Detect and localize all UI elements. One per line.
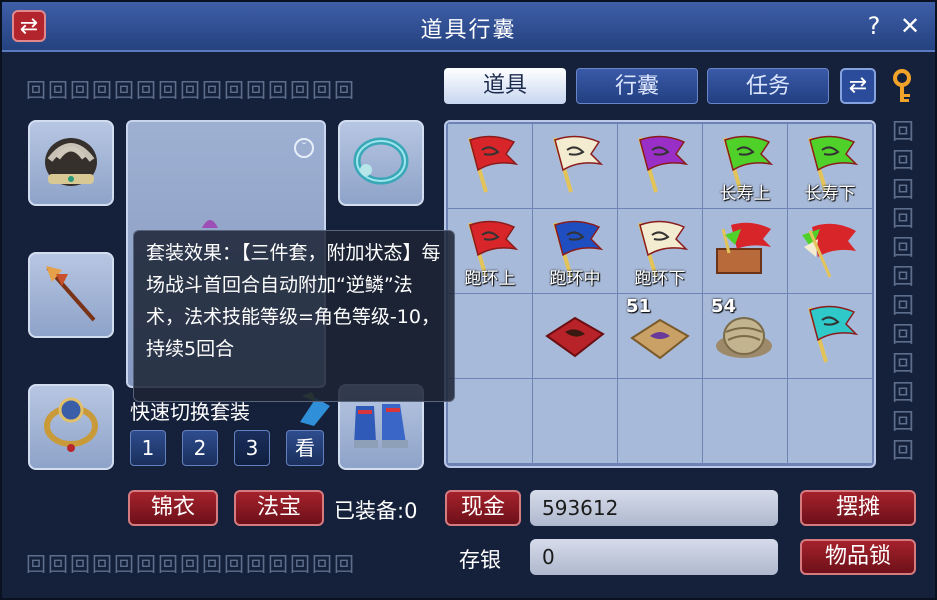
set-effect-tooltip: 套装效果：【三件套，附加状态】每场战斗首回合自动附加“逆鳞”法术，法术技能等级=…	[133, 230, 455, 402]
item-label: 跑环上	[464, 269, 516, 289]
item-lock-button[interactable]: 物品锁	[800, 539, 916, 575]
inventory-cell[interactable]	[448, 124, 532, 208]
weapon-icon	[46, 266, 96, 322]
inventory-cell[interactable]: 54	[703, 294, 787, 378]
inventory-cell[interactable]: 跑环上	[448, 209, 532, 293]
inventory-cell[interactable]	[703, 209, 787, 293]
ring-icon	[44, 397, 98, 452]
equipped-count-label: 已装备:0	[334, 499, 418, 523]
inventory-cell[interactable]	[703, 379, 787, 463]
equip-slot-weapon[interactable]	[28, 252, 114, 338]
tab-quests[interactable]: 任务	[707, 68, 829, 104]
tab-items[interactable]: 道具	[444, 68, 566, 104]
inventory-cell[interactable]: 跑环下	[618, 209, 702, 293]
purple-flag-icon	[638, 135, 689, 193]
inventory-cell[interactable]	[788, 379, 872, 463]
fret-decoration-bottom: 回回回回回回回回回回回回回回回	[26, 552, 356, 576]
character-hair-icon	[202, 220, 218, 228]
inventory-cell[interactable]	[788, 209, 872, 293]
inventory-cell[interactable]: 跑环中	[533, 209, 617, 293]
item-count: 51	[626, 296, 652, 317]
help-button[interactable]: ?	[860, 12, 888, 40]
inventory-cell[interactable]: 长寿下	[788, 124, 872, 208]
inventory-cell[interactable]	[448, 294, 532, 378]
jinyi-button[interactable]: 锦衣	[128, 490, 218, 526]
equip-slot-helmet[interactable]	[28, 120, 114, 206]
emote-icon[interactable]: ˘	[294, 138, 314, 158]
sort-swap-button[interactable]: ⇄	[840, 68, 876, 104]
item-label: 跑环下	[634, 269, 686, 289]
inventory-cell[interactable]	[533, 379, 617, 463]
item-label: 跑环中	[549, 269, 601, 289]
fabao-button[interactable]: 法宝	[234, 490, 324, 526]
flag-bundle-icon	[802, 223, 856, 278]
inventory-cell[interactable]	[788, 294, 872, 378]
cash-button[interactable]: 现金	[445, 490, 521, 526]
white-flag-icon	[553, 135, 604, 193]
window-title: 道具行囊	[420, 18, 517, 43]
set-2-button[interactable]: 2	[182, 430, 218, 466]
savings-label: 存银	[459, 548, 501, 572]
red-flag-icon	[468, 135, 519, 193]
flag-chest-icon	[716, 222, 771, 274]
fret-decoration-right: 回回回回回回回回回回回回	[891, 120, 914, 464]
inventory-grid: 长寿上 长寿下跑环上 跑环中 跑环下 51 54	[444, 120, 876, 468]
fret-decoration-top: 回回回回回回回回回回回回回回回	[26, 78, 356, 102]
inventory-cell[interactable]	[533, 294, 617, 378]
savings-value-field: 0	[530, 539, 778, 575]
set-3-button[interactable]: 3	[234, 430, 270, 466]
inventory-cell[interactable]	[448, 379, 532, 463]
key-icon[interactable]	[887, 68, 917, 106]
equip-slot-necklace[interactable]	[338, 120, 424, 206]
item-count: 54	[711, 296, 737, 317]
item-bag-window: ⇄ 道具行囊 ? ✕ 回回回回回回回回回回回回回回回 回回回回回回回回回回回回回…	[0, 0, 937, 600]
title-bar: ⇄ 道具行囊 ? ✕	[2, 2, 935, 52]
red-cloth-icon	[545, 316, 605, 358]
tab-bag[interactable]: 行囊	[576, 68, 698, 104]
helmet-icon	[45, 138, 97, 186]
stall-button[interactable]: 摆摊	[800, 490, 916, 526]
inventory-cell[interactable]	[618, 124, 702, 208]
cash-value-field: 593612	[530, 490, 778, 526]
equip-slot-ring[interactable]	[28, 384, 114, 470]
item-label: 长寿下	[804, 184, 856, 204]
cyan-flag-icon	[808, 305, 859, 363]
close-button[interactable]: ✕	[896, 12, 924, 40]
inventory-cell[interactable]: 51	[618, 294, 702, 378]
inventory-cell[interactable]	[533, 124, 617, 208]
inventory-cell[interactable]: 长寿上	[703, 124, 787, 208]
necklace-icon	[353, 137, 409, 185]
view-set-button[interactable]: 看	[286, 430, 324, 466]
item-label: 长寿上	[719, 184, 771, 204]
inventory-cell[interactable]	[618, 379, 702, 463]
set-1-button[interactable]: 1	[130, 430, 166, 466]
